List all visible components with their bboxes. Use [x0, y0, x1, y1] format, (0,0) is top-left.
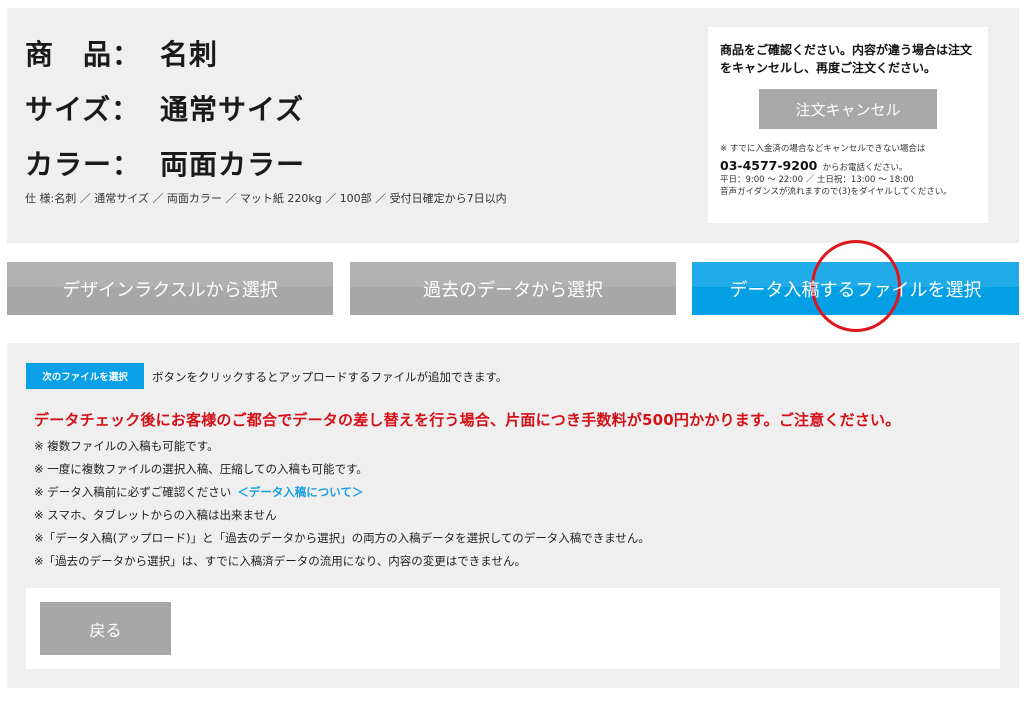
- cancel-phone-line: 03-4577-9200 からお電話ください。: [720, 155, 976, 174]
- cancel-box: 商品をご確認ください。内容が違う場合は注文をキャンセルし、再度ご注文ください。 …: [708, 27, 988, 223]
- color-label: カラー：: [25, 148, 142, 181]
- cancel-hours: 平日：9:00 〜 22:00 ／ 土日祝：13:00 〜 18:00: [720, 175, 914, 185]
- badge-description: ボタンをクリックするとアップロードするファイルが追加できます。: [152, 370, 508, 384]
- design-raksul-select-label: デザインラクスルから選択: [62, 279, 278, 301]
- past-data-select-label: 過去のデータから選択: [423, 279, 603, 301]
- size-label: サイズ：: [25, 93, 141, 126]
- cancel-order-button[interactable]: 注文キャンセル: [759, 89, 937, 129]
- color-row: カラー： 両面カラー: [25, 143, 305, 183]
- product-row: 商 品： 名刺: [25, 33, 218, 73]
- size-row: サイズ： 通常サイズ: [25, 88, 304, 128]
- product-value: 名刺: [160, 38, 219, 71]
- cancel-message: 商品をご確認ください。内容が違う場合は注文をキャンセルし、再度ご注文ください。: [720, 43, 973, 75]
- design-raksul-select-button[interactable]: デザインラクスルから選択: [7, 262, 333, 315]
- note-item: ※ 複数ファイルの入稿も可能です。: [34, 439, 219, 453]
- back-area: [26, 588, 1000, 669]
- replacement-fee-warning: データチェック後にお客様のご都合でデータの差し替えを行う場合、片面につき手数料が…: [34, 411, 901, 429]
- note-item: ※ データ入稿前に必ずご確認ください ＜データ入稿について＞: [34, 484, 363, 500]
- note-item: ※「過去のデータから選択」は、すでに入稿済データの流用になり、内容の変更はできま…: [34, 554, 526, 568]
- cancel-phone: 03-4577-9200: [720, 158, 818, 173]
- note-item: ※ スマホ、タブレットからの入稿は出来ません: [34, 508, 277, 522]
- cancel-guidance: 音声ガイダンスが流れますので(3)をダイヤルしてください。: [720, 187, 952, 197]
- color-value: 両面カラー: [160, 148, 306, 181]
- note-item: ※「データ入稿(アップロード)」と「過去のデータから選択」の両方の入稿データを選…: [34, 531, 650, 545]
- past-data-select-button[interactable]: 過去のデータから選択: [350, 262, 676, 315]
- upload-file-select-label: データ入稿するファイルを選択: [729, 279, 982, 301]
- product-label: 商 品：: [25, 38, 142, 71]
- cancel-note: ※ すでに入金済の場合などキャンセルできない場合は: [720, 144, 926, 154]
- note-item: ※ 一度に複数ファイルの選択入稿、圧縮しての入稿も可能です。: [34, 462, 368, 476]
- data-upload-info-link[interactable]: ＜データ入稿について＞: [237, 485, 363, 499]
- next-file-select-badge[interactable]: 次のファイルを選択: [26, 363, 144, 389]
- back-button[interactable]: 戻る: [40, 602, 171, 655]
- note-item-text: ※ データ入稿前に必ずご確認ください: [34, 485, 232, 499]
- upload-file-select-button[interactable]: データ入稿するファイルを選択: [692, 262, 1019, 315]
- spec-line: 仕 様:名刺 ／ 通常サイズ ／ 両面カラー ／ マット紙 220kg ／ 10…: [25, 192, 507, 205]
- size-value: 通常サイズ: [160, 93, 305, 126]
- cancel-phone-suffix: からお電話ください。: [822, 163, 908, 173]
